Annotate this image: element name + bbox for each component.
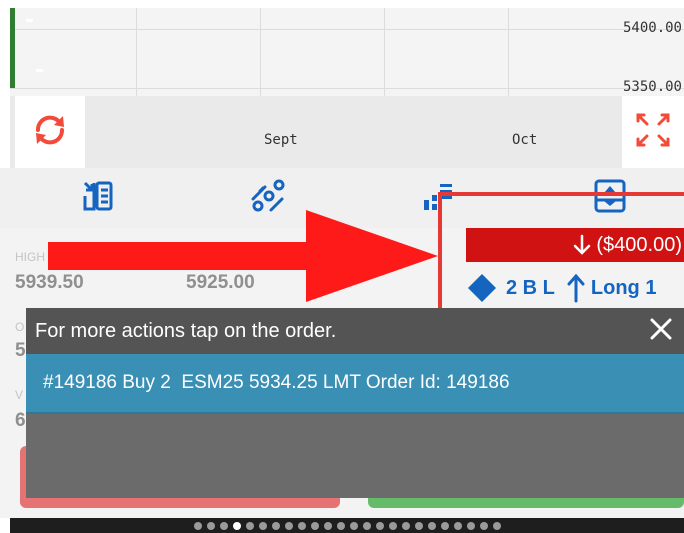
page-dot[interactable]	[492, 521, 501, 530]
page-dot[interactable]	[284, 521, 293, 530]
page-dot[interactable]	[466, 521, 475, 530]
page-dot[interactable]	[336, 521, 345, 530]
time-axis: Sept Oct	[10, 96, 684, 168]
time-axis-label: Sept	[264, 132, 298, 148]
page-dot[interactable]	[453, 521, 462, 530]
page-dot[interactable]	[323, 521, 332, 530]
toast-header: For more actions tap on the order.	[26, 308, 684, 354]
page-dot[interactable]	[310, 521, 319, 530]
price-axis-label: 5350.00	[622, 79, 682, 95]
fullscreen-button[interactable]	[622, 96, 684, 168]
chart-plot-area[interactable]: 5400.00 5350.00	[10, 8, 684, 96]
open-value: 5	[15, 340, 26, 361]
page-dot[interactable]	[401, 521, 410, 530]
page-dot[interactable]	[245, 521, 254, 530]
page-dot[interactable]	[349, 521, 358, 530]
working-order-text: #149186 Buy 2 ESM25 5934.25 LMT Order Id…	[43, 372, 510, 393]
page-dot[interactable]	[258, 521, 267, 530]
fullscreen-icon	[633, 110, 673, 155]
high-label: HIGH	[15, 250, 45, 264]
close-icon	[649, 317, 673, 346]
candle-tick	[26, 19, 33, 22]
price-chart[interactable]: 5400.00 5350.00 Sept Oct	[0, 0, 684, 168]
page-dot[interactable]	[219, 521, 228, 530]
page-dot[interactable]	[440, 521, 449, 530]
order-actions-toast: For more actions tap on the order. #1491…	[26, 308, 684, 498]
page-dot[interactable]	[232, 521, 241, 530]
price-axis-label: 5400.00	[622, 20, 682, 36]
page-dot[interactable]	[362, 521, 371, 530]
candle-tick	[36, 69, 43, 72]
open-label: O	[15, 320, 25, 334]
page-dot[interactable]	[479, 521, 488, 530]
page-dot[interactable]	[375, 521, 384, 530]
time-axis-label: Oct	[512, 132, 538, 148]
page-dot[interactable]	[206, 521, 215, 530]
page-indicator[interactable]	[10, 518, 684, 533]
working-order-item[interactable]: #149186 Buy 2 ESM25 5934.25 LMT Order Id…	[26, 354, 684, 414]
page-dot[interactable]	[193, 521, 202, 530]
refresh-icon	[30, 110, 70, 155]
page-dot[interactable]	[427, 521, 436, 530]
toast-message: For more actions tap on the order.	[35, 319, 337, 342]
volume-label: V	[15, 388, 24, 402]
volume-value: 6	[15, 410, 26, 431]
close-button[interactable]	[644, 314, 678, 348]
page-dot[interactable]	[414, 521, 423, 530]
annotation-arrow-icon	[48, 210, 438, 302]
highlight-box	[438, 192, 684, 314]
page-dot[interactable]	[388, 521, 397, 530]
page-dot[interactable]	[271, 521, 280, 530]
page-dot[interactable]	[297, 521, 306, 530]
refresh-button[interactable]	[15, 96, 85, 168]
candle-bar	[10, 8, 15, 88]
